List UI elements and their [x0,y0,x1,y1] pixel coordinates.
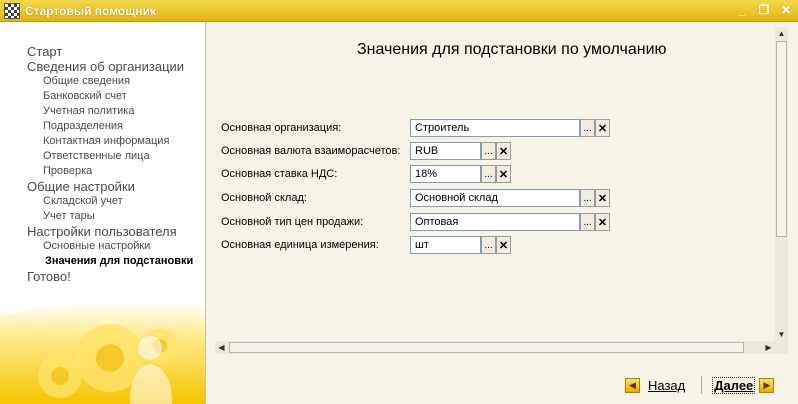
form-row-organization: Основная организация: Строитель ... ✕ [221,119,621,137]
form-row-vat: Основная ставка НДС: 18% ... ✕ [221,165,621,183]
warehouse-label: Основной склад: [221,192,307,204]
scrollbar-corner [775,341,788,354]
app-icon [4,2,20,19]
step-accounting-policy[interactable]: Учетная политика [27,104,193,119]
step-organization[interactable]: Сведения об организации [27,59,193,74]
vertical-scroll-thumb[interactable] [776,41,787,237]
step-warehouse[interactable]: Складской учет [27,194,193,209]
scroll-down-icon[interactable]: ▼ [775,328,788,341]
unit-field[interactable]: шт [410,236,481,254]
next-button[interactable]: Далее [712,376,756,394]
step-default-values[interactable]: Значения для подстановки [27,254,193,269]
content-panel: Значения для подстановки по умолчанию Ос… [207,22,798,404]
back-button[interactable]: Назад [648,378,685,393]
minimize-icon[interactable]: _ [734,2,750,18]
vat-clear-icon[interactable]: ✕ [496,165,511,183]
close-icon[interactable]: ✕ [778,2,794,18]
step-contacts[interactable]: Контактная информация [27,134,193,149]
step-general-settings[interactable]: Общие настройки [27,179,193,194]
price-type-select-button[interactable]: ... [580,213,595,231]
wizard-navigation: ◀ Назад Далее ▶ [625,375,775,395]
horizontal-scroll-thumb[interactable] [229,342,744,353]
step-check[interactable]: Проверка [27,164,193,179]
step-bank-account[interactable]: Банковский счет [27,89,193,104]
page-title: Значения для подстановки по умолчанию [357,41,667,58]
steps-list: Старт Сведения об организации Общие свед… [27,44,193,284]
step-general-info[interactable]: Общие сведения [27,74,193,89]
vertical-scrollbar[interactable]: ▲ ▼ [775,27,788,341]
scroll-right-icon[interactable]: ▶ [762,341,775,354]
price-type-clear-icon[interactable]: ✕ [595,213,610,231]
window-title: Стартовый помощник [25,3,156,18]
step-start[interactable]: Старт [27,44,193,59]
currency-field[interactable]: RUB [410,142,481,160]
warehouse-select-button[interactable]: ... [580,189,595,207]
step-done[interactable]: Готово! [27,269,193,284]
vat-select-button[interactable]: ... [481,165,496,183]
vat-label: Основная ставка НДС: [221,168,338,180]
price-type-label: Основной тип цен продажи: [221,216,364,228]
organization-field[interactable]: Строитель [410,119,580,137]
form-row-unit: Основная единица измерения: шт ... ✕ [221,236,621,254]
organization-select-button[interactable]: ... [580,119,595,137]
footer-divider [701,376,703,394]
step-basic-settings[interactable]: Основные настройки [27,239,193,254]
restore-icon[interactable]: ❐ [756,2,772,18]
step-containers[interactable]: Учет тары [27,209,193,224]
vat-field[interactable]: 18% [410,165,481,183]
scroll-left-icon[interactable]: ◀ [215,341,228,354]
form-row-warehouse: Основной склад: Основной склад ... ✕ [221,189,621,207]
form-row-currency: Основная валюта взаиморасчетов: RUB ... … [221,142,621,160]
warehouse-field[interactable]: Основной склад [410,189,580,207]
step-responsible-persons[interactable]: Ответственные лица [27,149,193,164]
warehouse-clear-icon[interactable]: ✕ [595,189,610,207]
form-row-price-type: Основной тип цен продажи: Оптовая ... ✕ [221,213,621,231]
currency-select-button[interactable]: ... [481,142,496,160]
unit-label: Основная единица измерения: [221,239,379,251]
unit-select-button[interactable]: ... [481,236,496,254]
currency-clear-icon[interactable]: ✕ [496,142,511,160]
unit-clear-icon[interactable]: ✕ [496,236,511,254]
step-user-settings[interactable]: Настройки пользователя [27,224,193,239]
decorative-gears-image [0,301,205,404]
organization-label: Основная организация: [221,122,342,134]
next-arrow-icon[interactable]: ▶ [759,377,775,393]
organization-clear-icon[interactable]: ✕ [595,119,610,137]
price-type-field[interactable]: Оптовая [410,213,580,231]
steps-panel: Старт Сведения об организации Общие свед… [0,22,206,404]
horizontal-scrollbar[interactable]: ◀ ▶ [215,341,775,354]
back-arrow-icon[interactable]: ◀ [625,377,640,393]
step-departments[interactable]: Подразделения [27,119,193,134]
title-bar: Стартовый помощник _ ❐ ✕ [0,0,798,22]
currency-label: Основная валюта взаиморасчетов: [221,145,401,157]
scroll-up-icon[interactable]: ▲ [775,27,788,40]
